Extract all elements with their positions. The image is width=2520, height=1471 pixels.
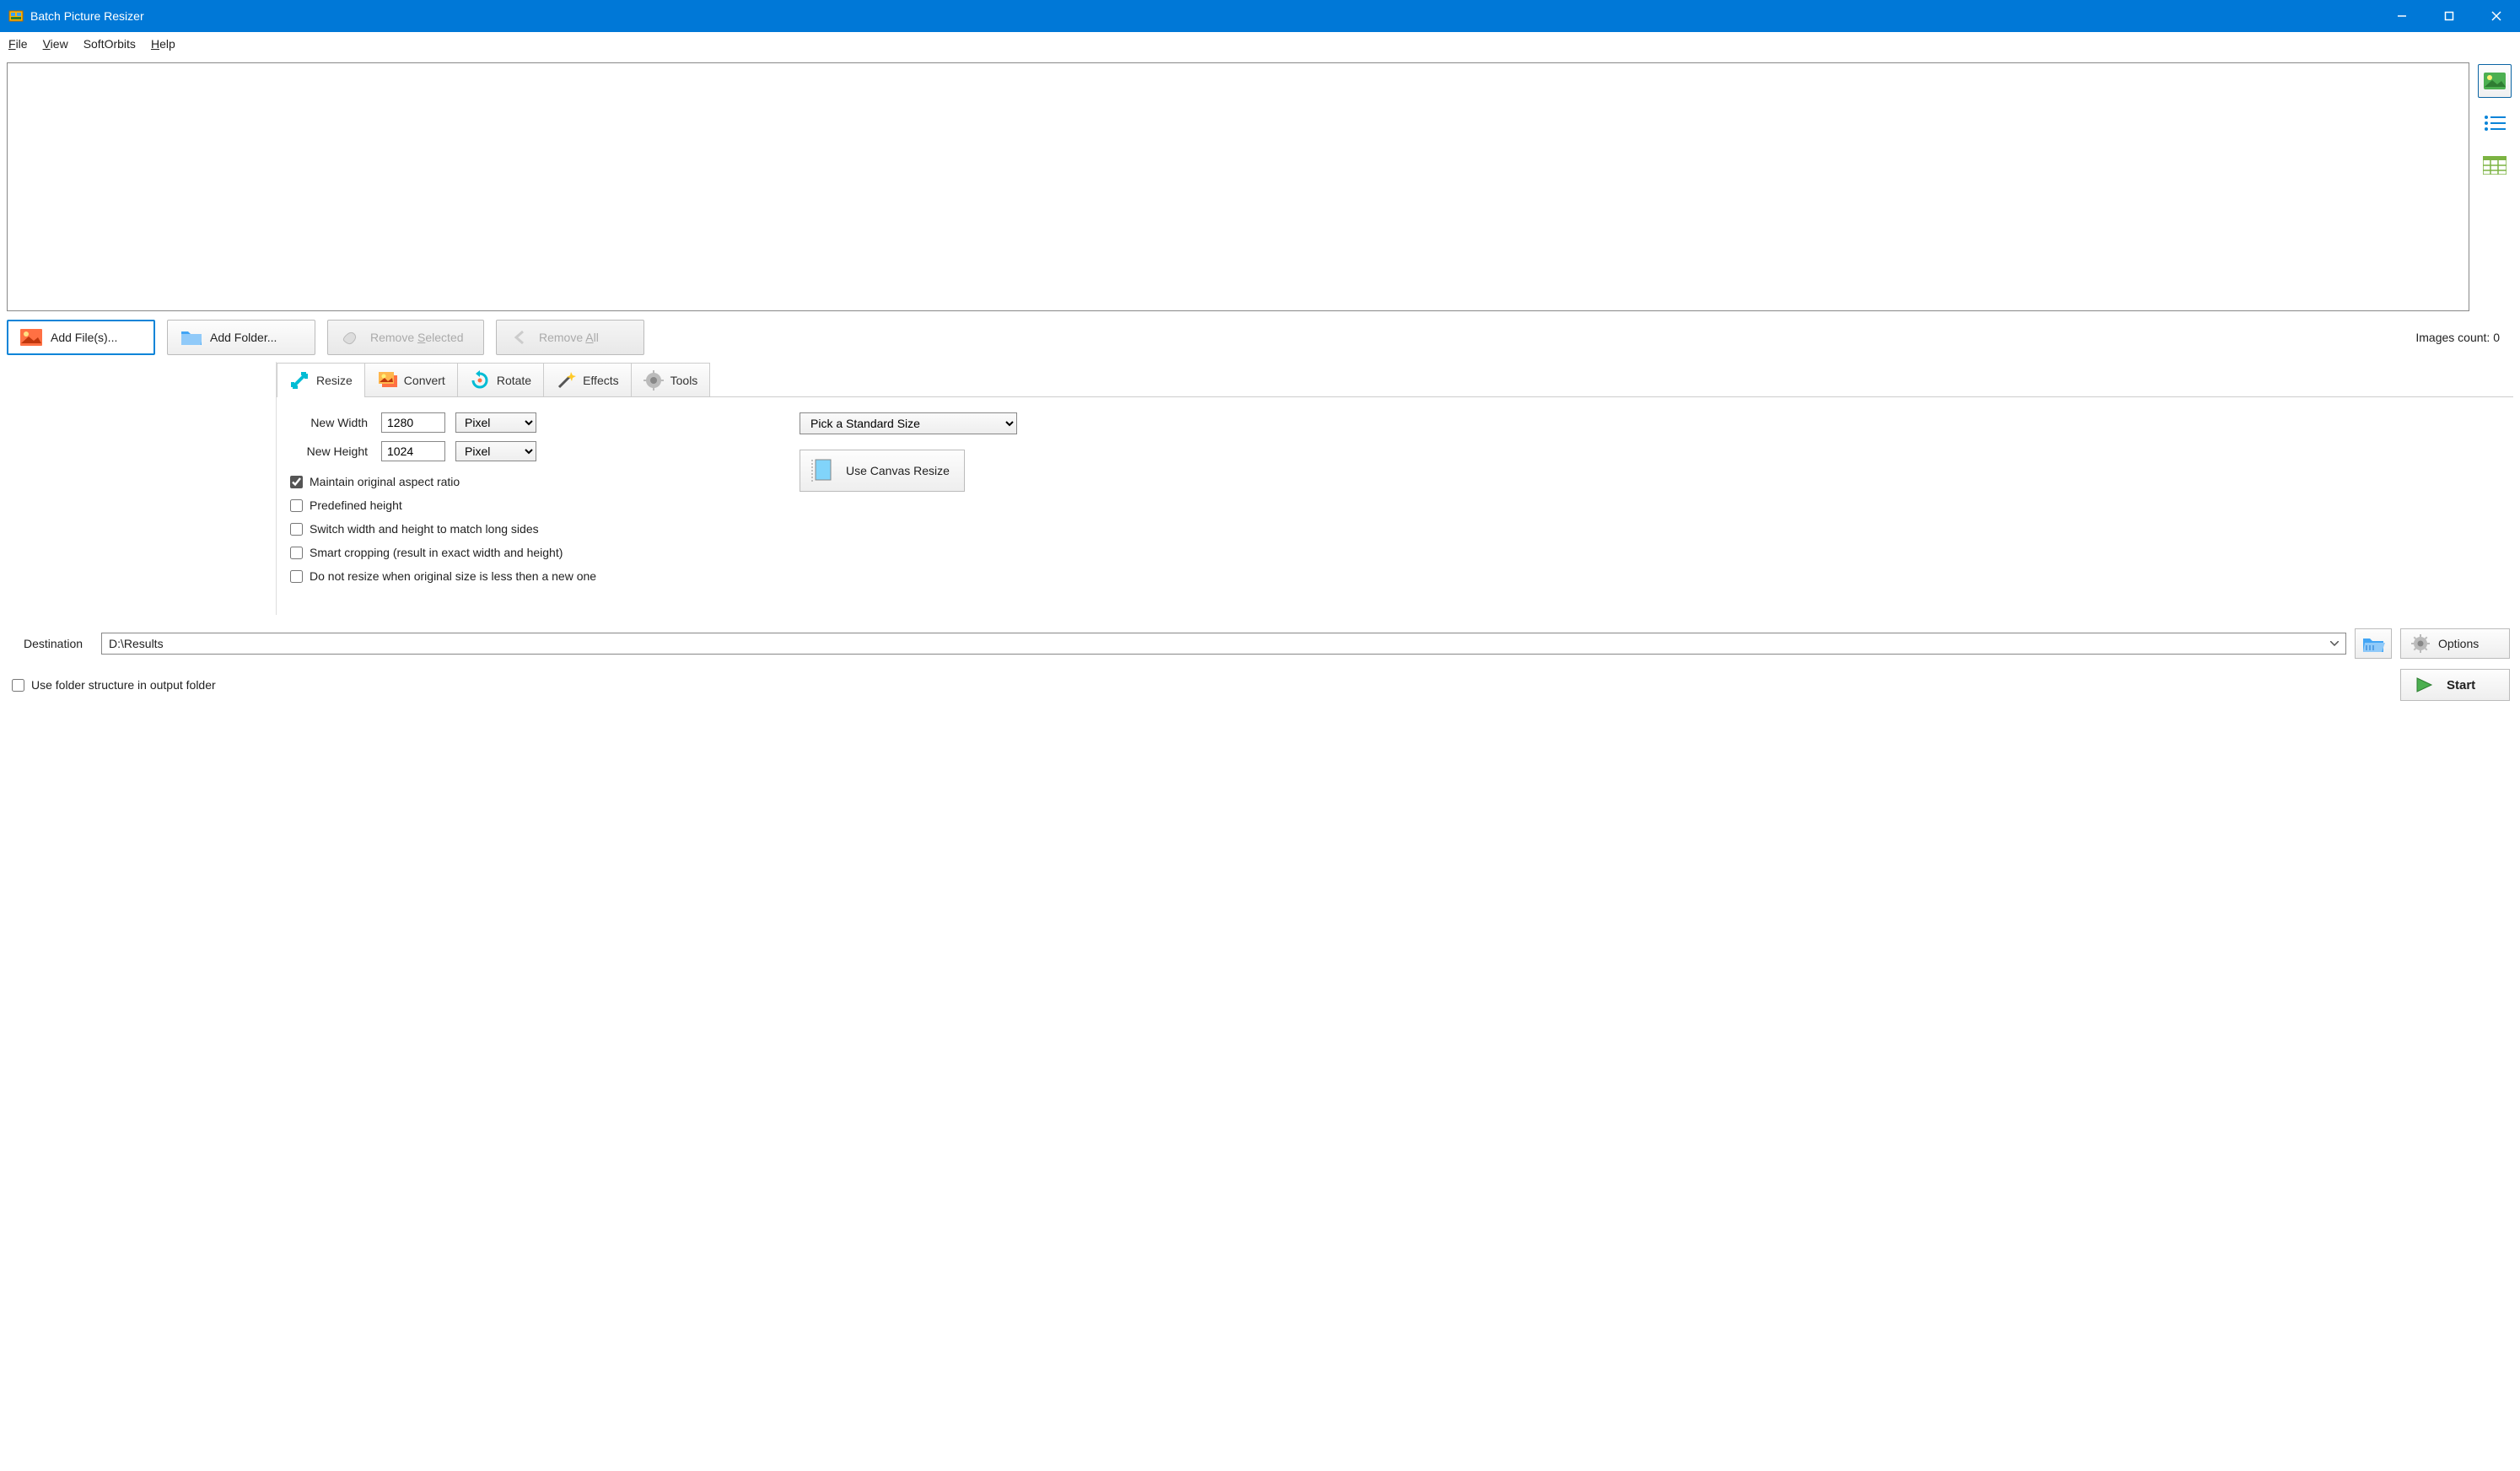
tab-convert[interactable]: Convert	[364, 363, 458, 396]
tab-tools-label: Tools	[670, 374, 698, 387]
images-count-label: Images count: 0	[2415, 331, 2513, 344]
remove-all-button[interactable]: Remove All	[496, 320, 644, 355]
destination-value: D:\Results	[109, 637, 164, 650]
options-label: Options	[2438, 637, 2479, 650]
maximize-button[interactable]	[2426, 0, 2473, 32]
window-title: Batch Picture Resizer	[30, 9, 144, 23]
view-list-button[interactable]	[2478, 106, 2512, 140]
menu-softorbits[interactable]: SoftOrbits	[83, 37, 136, 51]
minimize-button[interactable]	[2378, 0, 2426, 32]
app-icon	[8, 8, 24, 24]
start-button[interactable]: Start	[2400, 669, 2510, 701]
switch-wh-label: Switch width and height to match long si…	[310, 522, 539, 536]
smart-cropping-label: Smart cropping (result in exact width an…	[310, 546, 563, 559]
image-preview-area	[7, 62, 2469, 311]
tab-effects-label: Effects	[583, 374, 619, 387]
menu-help[interactable]: Help	[151, 37, 175, 51]
resize-icon	[289, 370, 310, 391]
browse-destination-button[interactable]	[2355, 628, 2392, 659]
destination-combo[interactable]: D:\Results	[101, 633, 2346, 655]
titlebar: Batch Picture Resizer	[0, 0, 2520, 32]
remove-all-label: Remove All	[539, 331, 599, 344]
destination-label: Destination	[24, 637, 93, 650]
remove-selected-label: Remove Selected	[370, 331, 464, 344]
predefined-height-checkbox[interactable]: Predefined height	[290, 498, 766, 512]
tab-rotate-label: Rotate	[497, 374, 531, 387]
new-width-input[interactable]	[381, 412, 445, 433]
new-height-label: New Height	[290, 445, 371, 458]
add-folder-label: Add Folder...	[210, 331, 277, 344]
height-unit-select[interactable]: Pixel	[455, 441, 536, 461]
view-thumbnails-button[interactable]	[2478, 64, 2512, 98]
aspect-ratio-checkbox[interactable]: Maintain original aspect ratio	[290, 475, 766, 488]
options-button[interactable]: Options	[2400, 628, 2510, 659]
folder-structure-label: Use folder structure in output folder	[31, 678, 216, 692]
width-unit-select[interactable]: Pixel	[455, 412, 536, 433]
add-folder-button[interactable]: Add Folder...	[167, 320, 315, 355]
predefined-height-label: Predefined height	[310, 498, 402, 512]
effects-icon	[556, 370, 576, 391]
smart-cropping-checkbox[interactable]: Smart cropping (result in exact width an…	[290, 546, 766, 559]
view-grid-button[interactable]	[2478, 148, 2512, 182]
tab-resize[interactable]: Resize	[277, 363, 365, 396]
new-width-label: New Width	[290, 416, 371, 429]
gear-icon	[2411, 634, 2430, 653]
left-panel	[7, 362, 277, 615]
add-files-button[interactable]: Add File(s)...	[7, 320, 155, 355]
tab-effects[interactable]: Effects	[543, 363, 632, 396]
new-height-input[interactable]	[381, 441, 445, 461]
close-button[interactable]	[2473, 0, 2520, 32]
menubar: File View SoftOrbits Help	[0, 32, 2520, 56]
switch-wh-checkbox[interactable]: Switch width and height to match long si…	[290, 522, 766, 536]
tab-convert-label: Convert	[404, 374, 445, 387]
canvas-icon	[810, 458, 834, 483]
menu-view[interactable]: View	[43, 37, 68, 51]
folder-open-icon	[2361, 633, 2385, 654]
back-icon	[509, 329, 530, 346]
tools-icon	[643, 370, 664, 391]
no-resize-label: Do not resize when original size is less…	[310, 569, 596, 583]
canvas-resize-button[interactable]: Use Canvas Resize	[800, 450, 965, 492]
convert-icon	[377, 370, 397, 391]
aspect-ratio-label: Maintain original aspect ratio	[310, 475, 460, 488]
remove-selected-button[interactable]: Remove Selected	[327, 320, 484, 355]
tabs-head: Resize Convert Rotate Effects Tools	[277, 362, 2513, 397]
image-icon	[20, 329, 42, 346]
canvas-resize-label: Use Canvas Resize	[846, 464, 950, 477]
tab-tools[interactable]: Tools	[631, 363, 711, 396]
add-files-label: Add File(s)...	[51, 331, 117, 344]
folder-structure-checkbox[interactable]: Use folder structure in output folder	[12, 678, 216, 692]
tab-resize-label: Resize	[316, 374, 353, 387]
menu-file[interactable]: File	[8, 37, 28, 51]
no-resize-checkbox[interactable]: Do not resize when original size is less…	[290, 569, 766, 583]
folder-icon	[180, 329, 202, 346]
tab-rotate[interactable]: Rotate	[457, 363, 544, 396]
standard-size-select[interactable]: Pick a Standard Size	[800, 412, 1017, 434]
start-label: Start	[2447, 678, 2475, 692]
eraser-icon	[340, 329, 362, 346]
rotate-icon	[470, 370, 490, 391]
chevron-down-icon	[2330, 641, 2339, 646]
play-icon	[2415, 676, 2435, 694]
